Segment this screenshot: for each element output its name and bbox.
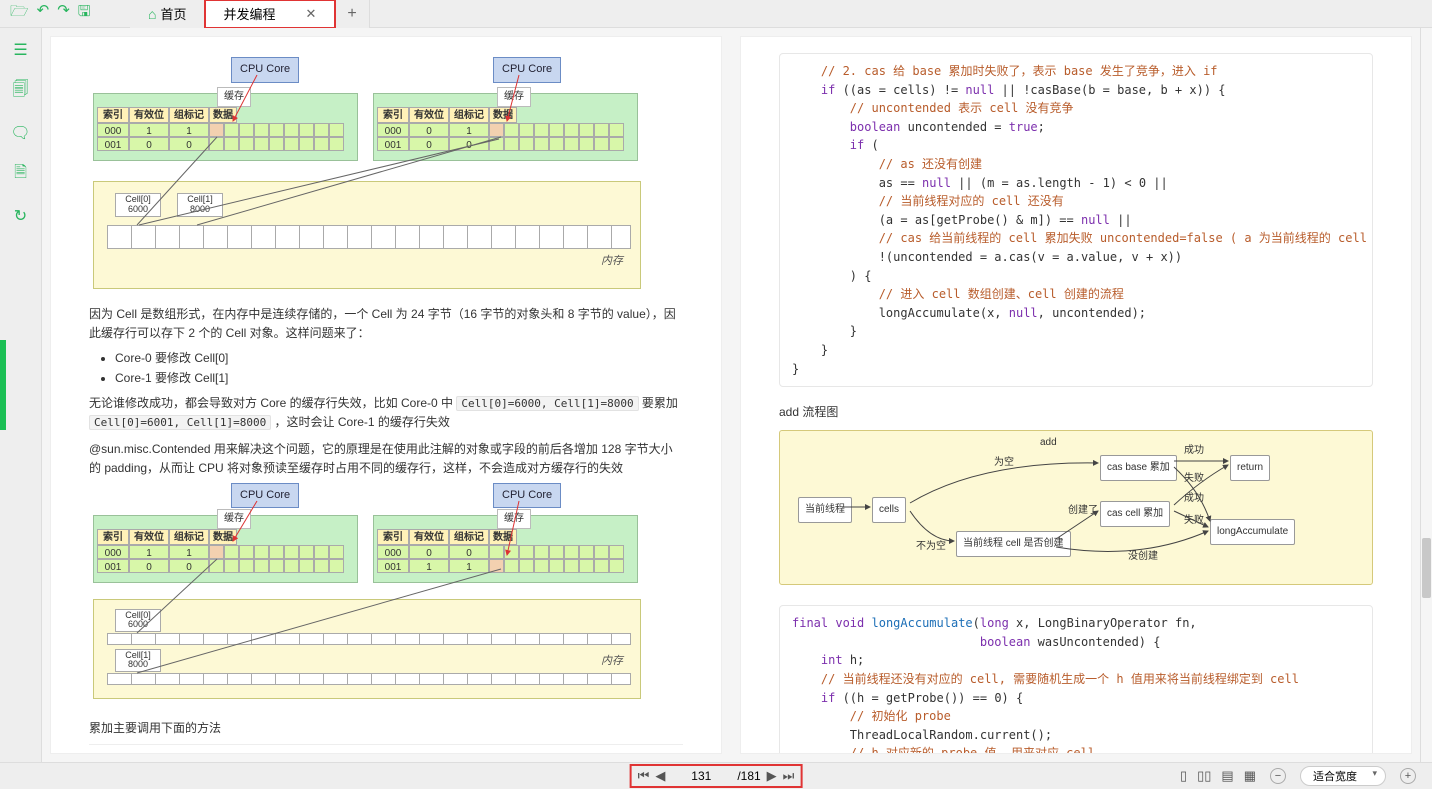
- redo-icon[interactable]: ↷: [57, 1, 70, 26]
- tab-home[interactable]: ⌂ 首页: [130, 0, 205, 28]
- sidebar-active-marker: [0, 340, 6, 430]
- code-block-1: // 2. cas 给 base 累加时失败了，表示 base 发生了竞争，进入…: [779, 53, 1373, 387]
- zoom-select[interactable]: 适合宽度: [1300, 766, 1386, 786]
- first-page-icon[interactable]: ⏮: [638, 768, 650, 784]
- para2: 无论谁修改成功，都会导致对方 Core 的缓存行失效，比如 Core-0 中 C…: [89, 394, 683, 432]
- toolbar: 🗁 ↶ ↷ 🖫 ⌂ 首页 并发编程 ✕ +: [0, 0, 1432, 28]
- scrollbar-vertical[interactable]: [1420, 28, 1432, 762]
- para4: 累加主要调用下面的方法: [89, 719, 683, 738]
- para3: @sun.misc.Contended 用来解决这个问题，它的原理是在使用此注解…: [89, 440, 683, 478]
- tab-active-label: 并发编程: [223, 4, 275, 23]
- page-right: // 2. cas 给 base 累加时失败了，表示 base 发生了竞争，进入…: [740, 36, 1412, 754]
- sidebar: ☰ 🗐 🗨 🗎 ↻: [0, 28, 42, 762]
- open-icon[interactable]: 🗁: [10, 1, 29, 26]
- statusbar: ⏮ ◀ /181 ▶ ⏭ ▯ ▯▯ ▤ ▦ − 适合宽度 +: [0, 762, 1432, 789]
- view-cont-icon[interactable]: ▤: [1221, 768, 1233, 784]
- toc-icon[interactable]: ☰: [13, 40, 27, 60]
- cache-diagram-2: CPU Core 缓存 索引有效位组标记数据 00011 00100 CPU C…: [89, 483, 683, 707]
- bullet-list: Core-0 要修改 Cell[0] Core-1 要修改 Cell[1]: [115, 349, 683, 387]
- cache0-label: 缓存: [217, 87, 251, 107]
- para1: 因为 Cell 是数组形式，在内存中是连续存储的，一个 Cell 为 24 字节…: [89, 305, 683, 343]
- next-page-icon[interactable]: ▶: [767, 768, 777, 784]
- view-cont2-icon[interactable]: ▦: [1244, 768, 1256, 784]
- export-icon[interactable]: 🗎: [14, 161, 27, 188]
- zoom-out-icon[interactable]: −: [1270, 768, 1286, 784]
- cache-diagram-1: CPU Core 缓存 索引 有效位 组标记 数据 000 1 1 001: [89, 53, 683, 293]
- pager: ⏮ ◀ /181 ▶ ⏭: [632, 766, 801, 786]
- flowtitle: add 流程图: [779, 403, 1373, 422]
- bullet-1: Core-0 要修改 Cell[0]: [115, 349, 683, 368]
- refresh-icon[interactable]: ↻: [14, 206, 27, 226]
- copy-icon[interactable]: 🗐: [13, 78, 29, 105]
- bullet-2: Core-1 要修改 Cell[1]: [115, 369, 683, 388]
- tab-active[interactable]: 并发编程 ✕: [205, 0, 335, 28]
- undo-icon[interactable]: ↶: [37, 1, 50, 26]
- home-icon: ⌂: [148, 6, 156, 22]
- page-input[interactable]: [671, 769, 731, 783]
- save-icon[interactable]: 🖫: [78, 1, 91, 26]
- code-block-2: final void longAccumulate(long x, LongBi…: [779, 605, 1373, 754]
- tab-add[interactable]: +: [335, 0, 369, 28]
- toolbar-quick-icons: 🗁 ↶ ↷ 🖫: [0, 1, 130, 26]
- content-area: CPU Core 缓存 索引 有效位 组标记 数据 000 1 1 001: [42, 28, 1420, 762]
- flow-diagram: add 当前线程 cells cas base 累加 return cas ce…: [779, 430, 1373, 585]
- annotate-icon[interactable]: 🗨: [10, 123, 30, 143]
- view-facing-icon[interactable]: ▯▯: [1197, 768, 1211, 784]
- view-mode-icons: ▯ ▯▯ ▤ ▦: [1180, 768, 1256, 784]
- page-total: /181: [737, 769, 760, 783]
- cpu1-box: CPU Core: [493, 57, 561, 83]
- view-single-icon[interactable]: ▯: [1180, 768, 1187, 784]
- zoom-in-icon[interactable]: +: [1400, 768, 1416, 784]
- prev-page-icon[interactable]: ◀: [655, 768, 665, 784]
- close-icon[interactable]: ✕: [306, 6, 317, 22]
- tab-home-label: 首页: [160, 4, 186, 23]
- cpu0-box: CPU Core: [231, 57, 299, 83]
- page-left: CPU Core 缓存 索引 有效位 组标记 数据 000 1 1 001: [50, 36, 722, 754]
- last-page-icon[interactable]: ⏭: [783, 768, 795, 784]
